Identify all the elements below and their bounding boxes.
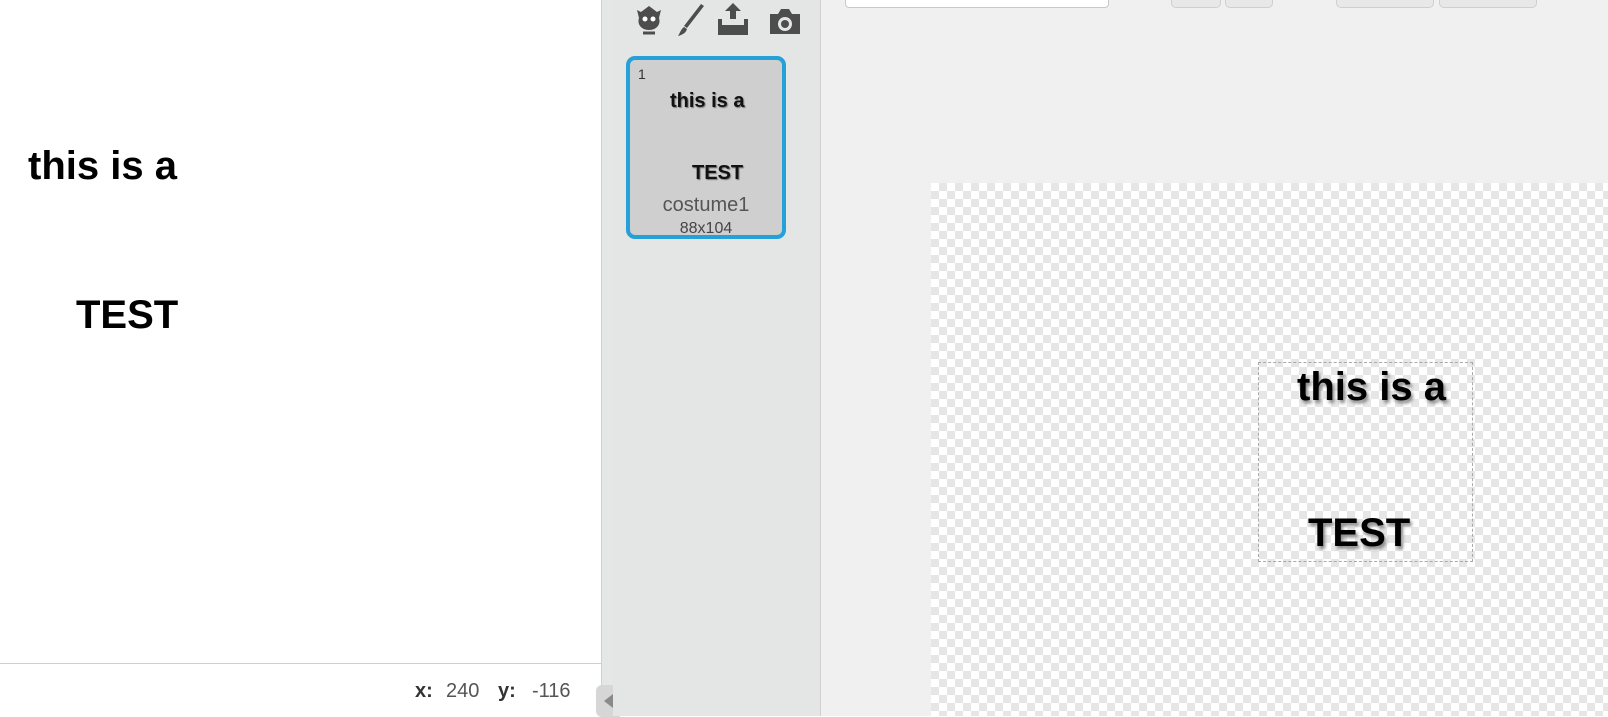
paint-new-costume-button[interactable] [671,0,711,40]
stage[interactable]: this is a TEST [0,0,601,663]
costume-name: costume1 [662,194,750,216]
stage-text-line1: this is a [28,144,177,188]
y-value: -116 [532,680,571,702]
undo-button[interactable] [1171,0,1221,8]
canvas-text-line1[interactable]: this is a [1297,367,1446,407]
x-value: 240 [446,680,480,702]
x-label: x: [415,680,433,702]
paint-canvas[interactable]: this is a TEST [931,183,1608,716]
sprite-library-icon [637,6,661,35]
redo-button[interactable] [1225,0,1273,8]
choose-costume-from-library-button[interactable] [629,0,669,40]
stage-divider [601,0,613,716]
upload-icon [718,3,748,35]
import-button[interactable] [1439,0,1537,8]
y-label: y: [498,680,516,702]
costume-thumbnail-line1: this is a [670,90,745,112]
costume-list-panel: 1 this is a TEST costume1 88x104 [613,0,821,716]
stage-text-line2: TEST [76,293,179,337]
camera-icon [770,9,800,34]
costume-number: 1 [638,66,646,82]
costume-size: 88x104 [679,220,733,237]
costume-tile[interactable]: 1 this is a TEST costume1 88x104 [626,56,786,239]
paint-editor: this is a TEST [821,0,1608,716]
costume-name-input[interactable] [845,0,1109,8]
clear-button[interactable] [1336,0,1434,8]
canvas-text-line2[interactable]: TEST [1308,513,1410,553]
costume-thumbnail-line2: TEST [692,162,744,184]
paintbrush-icon [678,4,704,36]
new-costume-from-camera-button[interactable] [765,0,805,40]
upload-costume-button[interactable] [713,0,753,40]
mouse-coordinate-bar: x: 240 y: -116 [0,663,601,716]
